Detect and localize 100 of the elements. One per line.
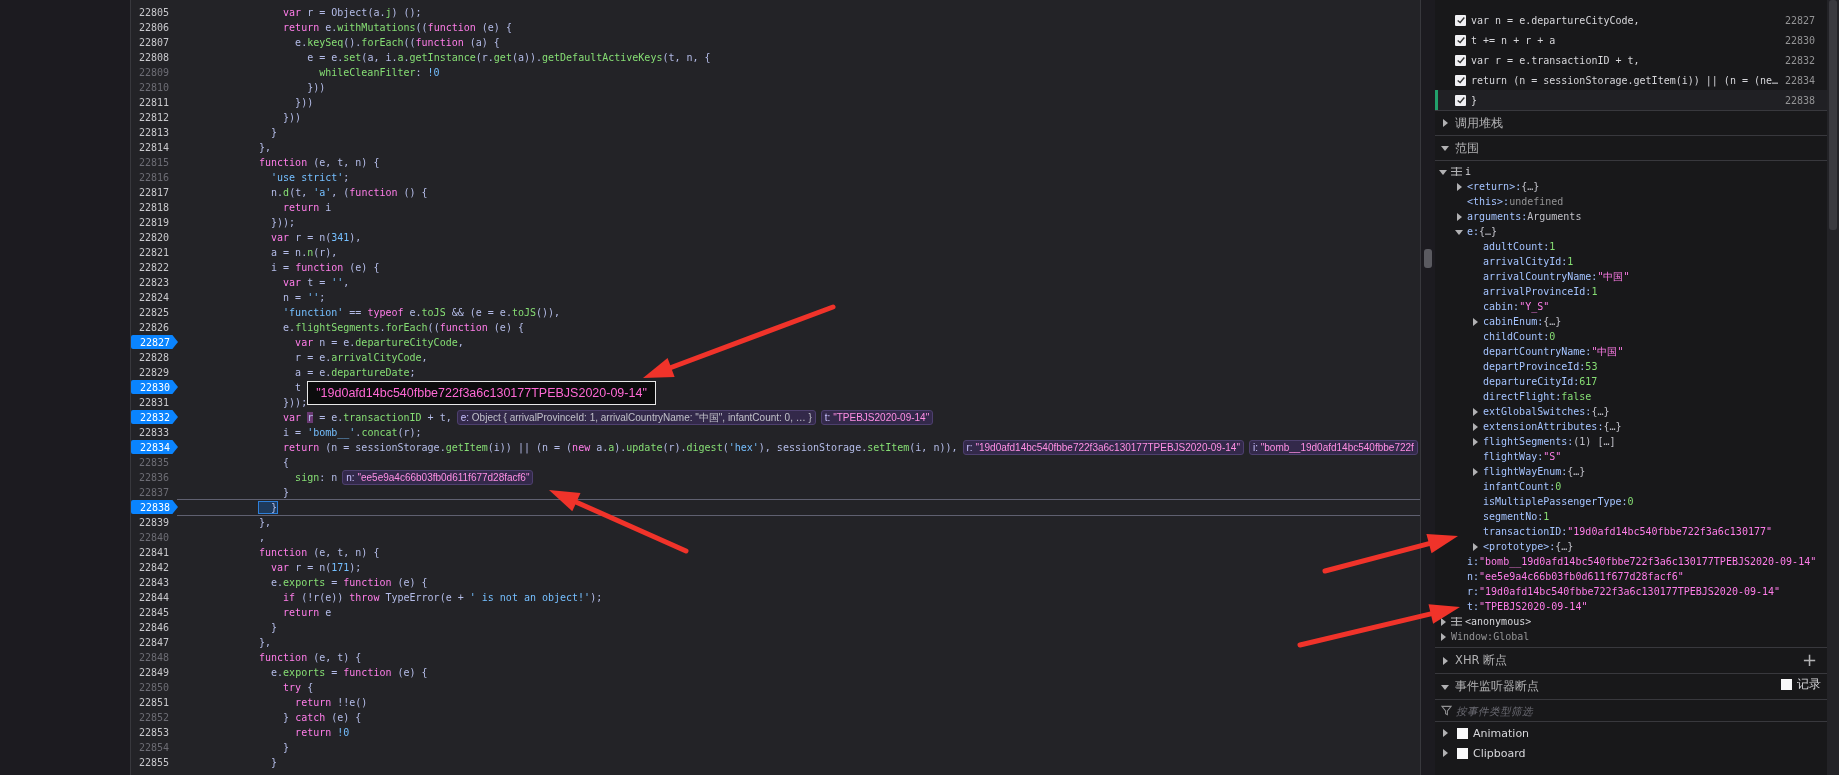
code-line: })) [306, 81, 326, 95]
caret-icon [1441, 119, 1449, 127]
scope-entry[interactable]: r:"19d0afd14bc540fbbe722f3a6c130177TPEBJS2020-09-14" [1467, 584, 1781, 599]
scope-entry[interactable]: childCount:0 [1483, 329, 1556, 344]
event-checkbox[interactable]: Animation [1457, 726, 1530, 740]
code-line: n = ''; [282, 291, 326, 305]
checkbox[interactable] [1455, 94, 1466, 106]
scope-entry[interactable]: <anonymous> [1465, 614, 1532, 629]
scope-entry[interactable]: n:"ee5e9a4c66b03fb0d611f677d28facf6" [1467, 569, 1684, 584]
scrollbar-thumb[interactable] [1424, 249, 1432, 268]
scope-entry[interactable]: i [1465, 164, 1472, 179]
breakpoint-row[interactable]: var n = e.departureCityCode, 22827 [1435, 10, 1827, 30]
event-checkbox[interactable]: Clipboard [1457, 746, 1526, 760]
scope-entry[interactable]: arrivalProvinceId:1 [1483, 284, 1598, 299]
breakpoint-marker[interactable]: 22832 [131, 410, 178, 424]
line-number[interactable]: 22853 [131, 725, 177, 740]
line-number[interactable]: 22841 [131, 545, 177, 560]
scrollbar-thumb[interactable] [1829, 0, 1837, 230]
line-number[interactable]: 22817 [131, 185, 177, 200]
scope-entry[interactable]: segmentNo:1 [1483, 509, 1550, 524]
breakpoint-row[interactable]: t += n + r + a 22830 [1435, 30, 1827, 50]
checkbox[interactable] [1455, 54, 1466, 66]
line-number[interactable]: 22826 [131, 320, 177, 335]
line-number[interactable]: 22831 [131, 395, 177, 410]
line-number[interactable]: 22849 [131, 665, 177, 680]
scope-entry[interactable]: infantCount:0 [1483, 479, 1562, 494]
scope-entry[interactable]: extensionAttributes:{…} [1483, 419, 1622, 434]
scope-entry[interactable]: arguments:Arguments [1467, 209, 1582, 224]
scope-entry[interactable]: i:"bomb__19d0afd14bc540fbbe722f3a6c130177TPEBJS2020-09-14" [1467, 554, 1817, 569]
code-line: return i [282, 201, 332, 215]
line-number[interactable]: 22839 [131, 515, 177, 530]
scope-entry[interactable]: transactionID:"19d0afd14bc540fbbe722f3a6c130177" [1483, 524, 1772, 539]
line-number[interactable]: 22813 [131, 125, 177, 140]
line-number[interactable]: 22845 [131, 605, 177, 620]
filter-field[interactable]: 按事件类型筛选 [1456, 701, 1827, 720]
scope-entry[interactable]: <prototype>:{…} [1483, 539, 1574, 554]
scope-entry[interactable]: cabinEnum:{…} [1483, 314, 1562, 329]
scope-entry[interactable]: <this>:undefined [1467, 194, 1564, 209]
breakpoint-row[interactable]: return (n = sessionStorage.getItem(i)) || (n = (ne… 22834 [1435, 70, 1827, 90]
scope-entry[interactable]: departCountryName:"中国" [1483, 344, 1624, 359]
breakpoint-code[interactable]: var n = e.departureCityCode, [1471, 14, 1785, 26]
breakpoint-row[interactable]: } 22838 [1435, 90, 1827, 110]
scope-entry[interactable]: e:{…} [1467, 224, 1498, 239]
checkbox[interactable] [1455, 14, 1466, 26]
scope-entry[interactable]: <return>:{…} [1467, 179, 1540, 194]
line-number[interactable]: 22855 [131, 755, 177, 770]
checkbox[interactable] [1455, 74, 1466, 86]
breakpoint-marker[interactable]: 22834 [131, 440, 178, 454]
scope-entry[interactable]: departProvinceId:53 [1483, 359, 1598, 374]
line-number[interactable]: 22821 [131, 245, 177, 260]
add-button[interactable]: + [1799, 649, 1819, 671]
scope-entry[interactable]: Window:Global [1451, 629, 1530, 644]
line-number[interactable]: 22811 [131, 95, 177, 110]
scope-entry[interactable]: flightWayEnum:{…} [1483, 464, 1586, 479]
line-number[interactable]: 22822 [131, 260, 177, 275]
line-number[interactable]: 22805 [131, 5, 177, 20]
scope-entry[interactable]: flightWay:"S" [1483, 449, 1562, 464]
breakpoint-marker[interactable]: 22838 [131, 500, 178, 514]
scope-entry[interactable]: cabin:"Y_S" [1483, 299, 1550, 314]
breakpoint-code[interactable]: return (n = sessionStorage.getItem(i)) || (n = (ne… [1471, 74, 1785, 86]
log-checkbox[interactable]: 记录 [1781, 677, 1821, 692]
scope-entry[interactable]: flightSegments:(1) […] [1483, 434, 1616, 449]
code-line: })); [282, 396, 308, 410]
code-line: } [282, 741, 290, 755]
line-number[interactable]: 22808 [131, 50, 177, 65]
breakpoint-row[interactable]: var r = e.transactionID + t, 22832 [1435, 50, 1827, 70]
line-number[interactable]: 22814 [131, 140, 177, 155]
checkbox[interactable] [1455, 34, 1466, 46]
line-number[interactable]: 22806 [131, 20, 177, 35]
line-number[interactable]: 22818 [131, 200, 177, 215]
breakpoint-code[interactable]: var r = e.transactionID + t, [1471, 54, 1785, 66]
scope-entry[interactable]: isMultiplePassengerType:0 [1483, 494, 1634, 509]
line-number[interactable]: 22829 [131, 365, 177, 380]
line-number[interactable]: 22851 [131, 695, 177, 710]
breakpoint-marker[interactable]: 22830 [131, 380, 178, 394]
line-number[interactable]: 22825 [131, 305, 177, 320]
scope-entry[interactable]: arrivalCountryName:"中国" [1483, 269, 1630, 284]
line-number[interactable]: 22833 [131, 425, 177, 440]
scope-entry[interactable]: arrivalCityId:1 [1483, 254, 1574, 269]
line-number[interactable]: 22819 [131, 215, 177, 230]
line-number[interactable]: 22846 [131, 620, 177, 635]
breakpoint-code[interactable]: t += n + r + a [1471, 34, 1785, 46]
line-number[interactable]: 22824 [131, 290, 177, 305]
line-number[interactable]: 22844 [131, 590, 177, 605]
line-number[interactable]: 22847 [131, 635, 177, 650]
scope-entry[interactable]: adultCount:1 [1483, 239, 1556, 254]
caret-icon [1441, 656, 1449, 665]
line-number[interactable]: 22812 [131, 110, 177, 125]
scope-entry[interactable]: extGlobalSwitches:{…} [1483, 404, 1610, 419]
line-number[interactable]: 22820 [131, 230, 177, 245]
line-number[interactable]: 22842 [131, 560, 177, 575]
line-number[interactable]: 22828 [131, 350, 177, 365]
breakpoint-code[interactable]: } [1471, 94, 1785, 106]
line-number[interactable]: 22823 [131, 275, 177, 290]
scope-entry[interactable]: directFlight:false [1483, 389, 1592, 404]
line-number[interactable]: 22843 [131, 575, 177, 590]
scope-entry[interactable]: departureCityId:617 [1483, 374, 1598, 389]
scope-entry[interactable]: t:"TPEBJS2020-09-14" [1467, 599, 1588, 614]
line-number[interactable]: 22807 [131, 35, 177, 50]
breakpoint-marker[interactable]: 22827 [131, 335, 178, 349]
